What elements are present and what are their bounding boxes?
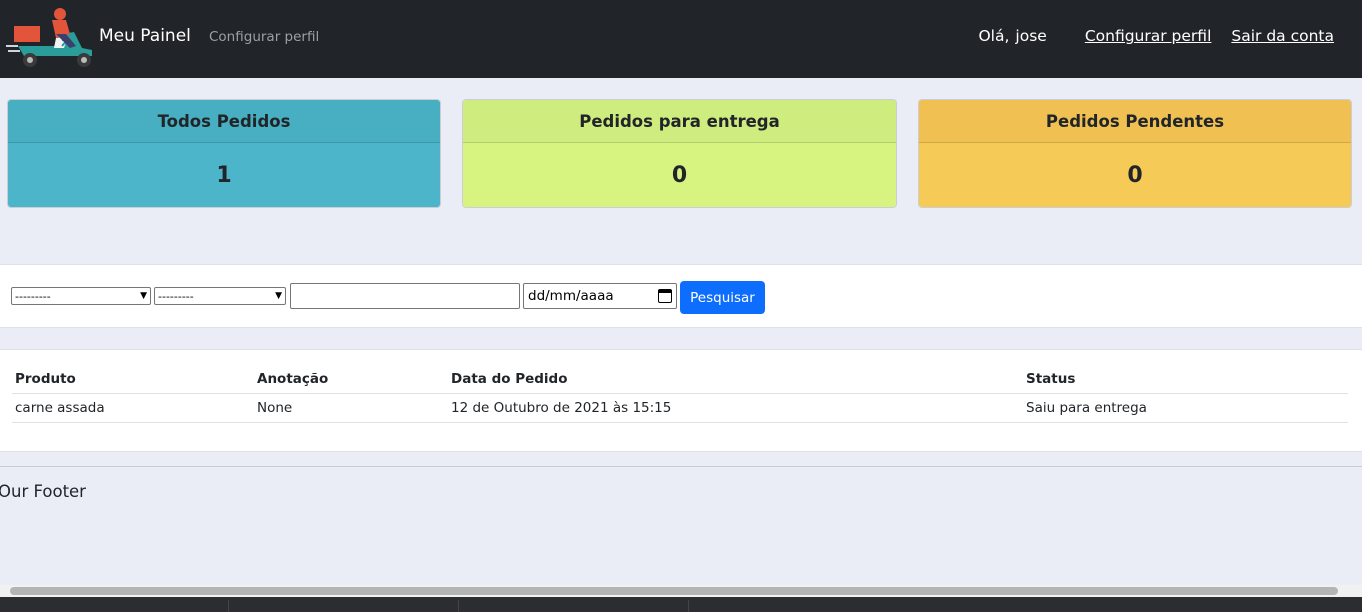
card-value: 1 <box>8 143 440 207</box>
taskbar-separator <box>228 600 229 612</box>
card-pending-orders: Pedidos Pendentes 0 <box>918 99 1352 208</box>
filter-bar: --------- ▼ --------- ▼ dd/mm/aaaa Pesqu… <box>0 264 1362 328</box>
note-search-input[interactable] <box>290 283 520 309</box>
card-title: Pedidos Pendentes <box>919 100 1351 143</box>
profile-settings-link[interactable]: Configurar perfil <box>1085 27 1212 45</box>
cell-order-date: 12 de Outubro de 2021 às 15:15 <box>451 400 672 416</box>
select-value: --------- <box>15 289 51 303</box>
table-row: carne assada None 12 de Outubro de 2021 … <box>12 394 1348 423</box>
footer-title: Our Footer <box>0 482 86 501</box>
taskbar-separator <box>688 600 689 612</box>
calendar-icon[interactable] <box>658 289 672 303</box>
orders-table-panel: Produto Anotação Data do Pedido Status c… <box>0 349 1362 452</box>
status-select[interactable]: --------- ▼ <box>154 287 286 305</box>
select-value: --------- <box>158 289 194 303</box>
user-greeting: Olá, jose <box>978 27 1046 45</box>
taskbar <box>0 597 1362 612</box>
card-value: 0 <box>919 143 1351 207</box>
header-order-date: Data do Pedido <box>451 371 568 387</box>
username: jose <box>1015 27 1047 45</box>
card-title: Pedidos para entrega <box>463 100 896 143</box>
header-product: Produto <box>15 371 76 387</box>
header-status: Status <box>1026 371 1076 387</box>
logout-link[interactable]: Sair da conta <box>1231 27 1334 45</box>
cell-product: carne assada <box>15 400 105 416</box>
card-all-orders: Todos Pedidos 1 <box>7 99 441 208</box>
card-title: Todos Pedidos <box>8 100 440 143</box>
chevron-down-icon: ▼ <box>140 291 147 301</box>
header-note: Anotação <box>257 371 329 387</box>
chevron-down-icon: ▼ <box>275 291 282 301</box>
scrollbar-thumb[interactable] <box>10 587 1338 595</box>
card-delivery-orders: Pedidos para entrega 0 <box>462 99 897 208</box>
brand-title[interactable]: Meu Painel <box>99 26 191 46</box>
greeting-label: Olá, <box>978 27 1010 45</box>
date-placeholder: dd/mm/aaaa <box>528 288 614 304</box>
horizontal-scrollbar[interactable] <box>0 585 1362 597</box>
taskbar-separator <box>458 600 459 612</box>
product-select[interactable]: --------- ▼ <box>11 287 151 305</box>
card-value: 0 <box>463 143 896 207</box>
nav-profile-link[interactable]: Configurar perfil <box>209 29 319 45</box>
date-input[interactable]: dd/mm/aaaa <box>523 283 677 309</box>
footer-divider <box>0 466 1362 467</box>
table-header-row: Produto Anotação Data do Pedido Status <box>12 365 1348 394</box>
orders-table: Produto Anotação Data do Pedido Status c… <box>12 365 1348 423</box>
cell-note: None <box>257 400 293 416</box>
delivery-scooter-logo[interactable] <box>4 4 100 70</box>
nav-user-area: Olá, jose Configurar perfil Sair da conta <box>978 27 1334 45</box>
cell-status: Saiu para entrega <box>1026 400 1147 416</box>
search-button[interactable]: Pesquisar <box>680 281 765 314</box>
navbar: Meu Painel Configurar perfil Olá, jose Co… <box>0 0 1362 78</box>
